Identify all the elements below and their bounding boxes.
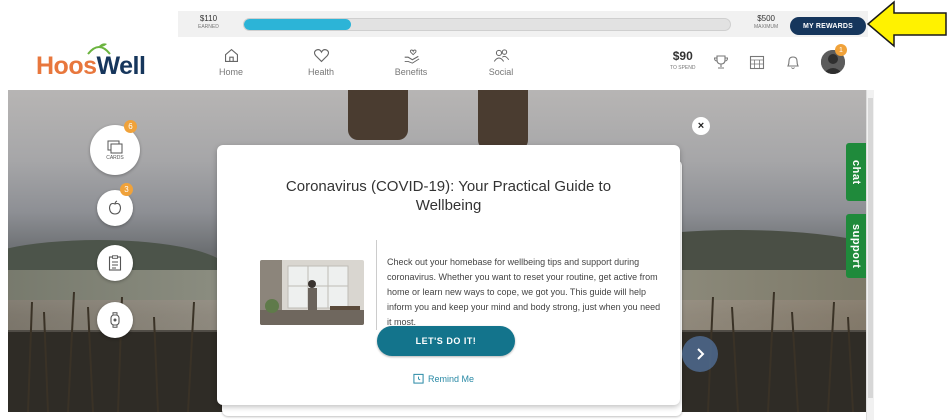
nav-item-social[interactable]: Social <box>456 47 546 87</box>
clipboard-checklist-icon <box>108 255 122 271</box>
lets-do-it-button[interactable]: LET'S DO IT! <box>377 326 515 356</box>
spend-balance[interactable]: $90 TO SPEND <box>670 50 695 74</box>
page: $110 EARNED $500 MAXIMUM MY REWARDS Hoos… <box>0 0 948 420</box>
alarm-clock-icon <box>413 373 424 384</box>
cards-label: CARDS <box>106 154 124 161</box>
nav-right-tools: $90 TO SPEND <box>670 50 846 74</box>
maximum-value: $500 <box>757 14 775 23</box>
earned-amount: $110 EARNED <box>198 15 219 31</box>
chat-tab-label: chat <box>850 159 862 185</box>
nav-item-benefits[interactable]: Benefits <box>366 47 456 87</box>
checklist-button[interactable] <box>97 245 133 281</box>
nav-item-home[interactable]: Home <box>186 47 276 87</box>
remind-me-label: Remind Me <box>428 373 475 384</box>
nav-label-home: Home <box>218 67 243 77</box>
maximum-amount: $500 MAXIMUM <box>754 15 778 31</box>
main-nav: Home Health Benefits Social <box>186 47 546 87</box>
logo-apple-leaf-icon <box>87 43 111 55</box>
avatar-notification-badge: 1 <box>835 44 847 56</box>
people-icon <box>493 49 509 62</box>
spend-amount: $90 <box>672 49 693 63</box>
chevron-right-icon <box>697 348 705 360</box>
support-tab-label: support <box>850 223 862 269</box>
heart-icon <box>313 49 329 63</box>
rewards-progress-strip: $110 EARNED $500 MAXIMUM <box>178 11 868 37</box>
page-scrollbar[interactable] <box>866 90 874 420</box>
bell-icon[interactable] <box>785 54 801 70</box>
modal-body-text: Check out your homebase for wellbeing ti… <box>387 257 661 327</box>
hand-heart-icon <box>404 49 419 64</box>
modal-title: Coronavirus (COVID-19): Your Practical G… <box>285 178 612 214</box>
apple-count-badge: 3 <box>120 183 133 196</box>
modal-photo-woman-at-window <box>260 260 364 325</box>
next-slide-button[interactable] <box>682 336 718 372</box>
rewards-progress-fill <box>244 19 351 30</box>
hooswell-logo[interactable]: Hoos Well <box>36 43 146 84</box>
modal-divider <box>376 240 377 330</box>
support-tab[interactable]: support <box>846 214 866 278</box>
chat-tab[interactable]: chat <box>846 143 866 201</box>
remind-me-link[interactable]: Remind Me <box>413 373 474 384</box>
person-silhouette <box>348 90 408 140</box>
nav-label-benefits: Benefits <box>394 67 428 77</box>
earned-label: EARNED <box>198 24 219 30</box>
home-icon <box>224 48 238 63</box>
nav-label-health: Health <box>307 67 334 77</box>
home-interior-image <box>260 260 364 325</box>
maximum-label: MAXIMUM <box>754 24 779 30</box>
rewards-progress-bar <box>243 18 731 31</box>
calendar-icon[interactable] <box>749 54 765 70</box>
nav-item-health[interactable]: Health <box>276 47 366 87</box>
trophy-icon[interactable] <box>713 54 729 70</box>
earned-value: $110 <box>199 14 218 23</box>
apple-icon <box>108 200 122 215</box>
cards-count-badge: 6 <box>124 120 137 133</box>
spend-label: TO SPEND <box>670 65 696 71</box>
annotation-arrow-icon <box>866 0 947 48</box>
covid-guide-modal: Coronavirus (COVID-19): Your Practical G… <box>217 145 680 405</box>
tracker-button[interactable] <box>97 302 133 338</box>
my-rewards-button[interactable]: MY REWARDS <box>790 17 866 35</box>
fitness-tracker-icon <box>110 312 120 328</box>
cards-stack-icon <box>107 140 123 153</box>
nav-label-social: Social <box>488 67 514 77</box>
close-modal-button[interactable]: × <box>692 117 710 135</box>
person-silhouette <box>478 90 528 150</box>
